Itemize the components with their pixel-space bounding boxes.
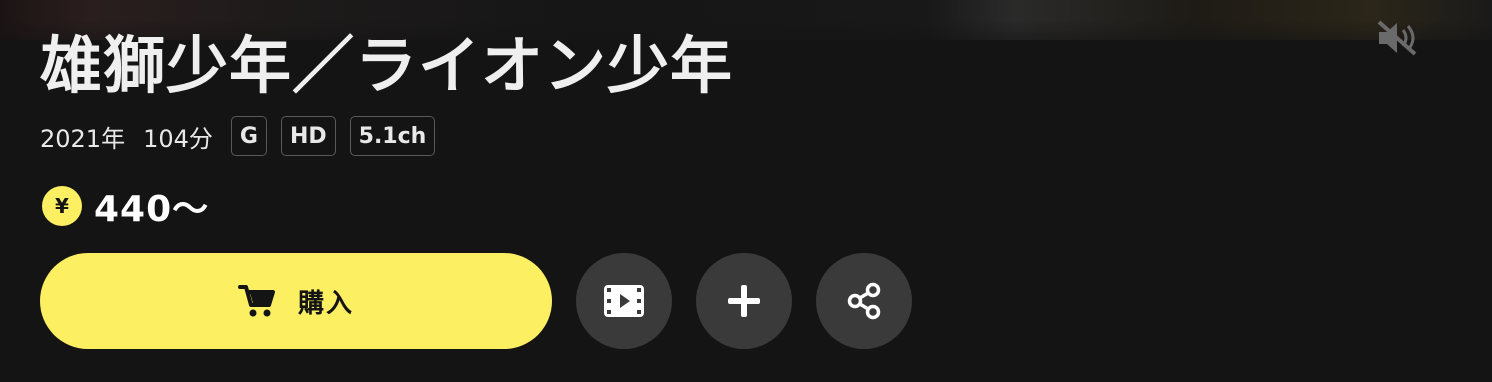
price-row: ¥ 440〜	[42, 184, 209, 230]
cart-icon	[237, 283, 278, 319]
add-to-list-button[interactable]	[696, 253, 792, 349]
mute-toggle-button[interactable]	[1372, 16, 1424, 60]
release-year: 2021年	[40, 124, 126, 153]
quality-badge: HD	[280, 116, 336, 156]
yen-coin-icon: ¥	[42, 186, 82, 226]
trailer-button[interactable]	[576, 253, 672, 349]
rating-badge: G	[230, 116, 267, 156]
speaker-muted-icon	[1375, 18, 1421, 58]
film-play-icon	[603, 284, 645, 318]
runtime: 104分	[143, 124, 213, 153]
page-title: 雄獅少年／ライオン少年	[40, 29, 734, 102]
audio-badge: 5.1ch	[349, 116, 436, 156]
meta-row: 2021年 104分 G HD 5.1ch	[40, 114, 436, 158]
share-button[interactable]	[816, 253, 912, 349]
plus-icon	[726, 283, 762, 319]
price-text: 440〜	[94, 189, 210, 230]
share-icon	[845, 282, 883, 320]
buy-button[interactable]: 購入	[40, 253, 552, 349]
buy-button-label: 購入	[297, 288, 354, 319]
